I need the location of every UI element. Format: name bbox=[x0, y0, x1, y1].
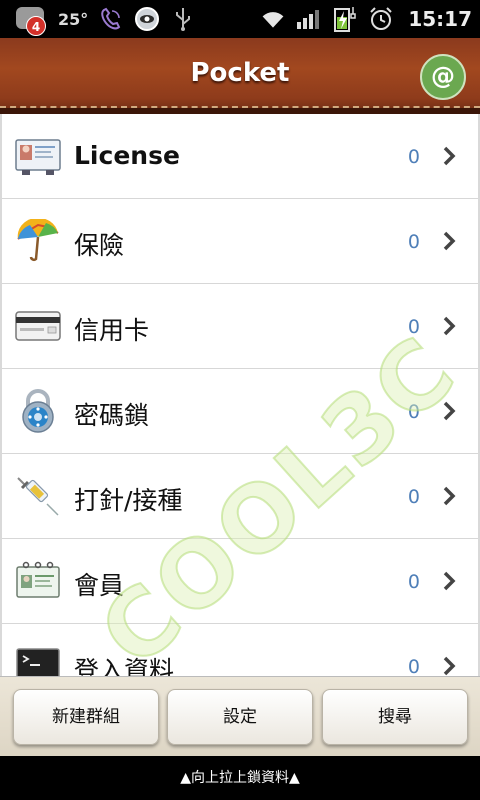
list-item-insurance[interactable]: 保險 0 bbox=[2, 199, 478, 284]
syringe-icon bbox=[14, 474, 62, 518]
new-group-button[interactable]: 新建群組 bbox=[13, 689, 159, 745]
settings-button[interactable]: 設定 bbox=[167, 689, 313, 745]
list-item-count: 0 bbox=[407, 231, 420, 253]
list-item-label: License bbox=[74, 141, 180, 170]
chevron-right-icon bbox=[440, 229, 460, 253]
list-item-label: 打針/接種 bbox=[74, 486, 183, 515]
wifi-icon bbox=[260, 6, 286, 32]
search-button[interactable]: 搜尋 bbox=[322, 689, 468, 745]
list-item-count: 0 bbox=[407, 486, 420, 508]
temperature-text: 25° bbox=[58, 9, 89, 29]
chevron-right-icon bbox=[440, 569, 460, 593]
notification-badge: 4 bbox=[26, 16, 46, 36]
chevron-right-icon bbox=[440, 399, 460, 423]
notification-icon[interactable]: 4 bbox=[14, 4, 48, 36]
umbrella-icon bbox=[14, 217, 62, 263]
list-item-count: 0 bbox=[407, 656, 420, 676]
app-eye-icon bbox=[134, 6, 160, 32]
page-title: Pocket bbox=[190, 58, 290, 88]
list-item-label: 保險 bbox=[74, 231, 125, 260]
list-item-password-lock[interactable]: 密碼鎖 0 bbox=[2, 369, 478, 454]
battery-charging-icon bbox=[332, 6, 358, 32]
member-card-icon bbox=[14, 559, 62, 603]
alarm-icon bbox=[368, 6, 394, 32]
account-button[interactable]: @ bbox=[420, 54, 466, 100]
list-item-count: 0 bbox=[407, 401, 420, 423]
list-item-count: 0 bbox=[407, 571, 420, 593]
usb-icon bbox=[170, 6, 196, 32]
list-item-membership[interactable]: 會員 0 bbox=[2, 539, 478, 624]
list-item-label: 密碼鎖 bbox=[74, 401, 150, 430]
list-item-license[interactable]: License 0 bbox=[2, 114, 478, 199]
viber-icon bbox=[98, 6, 124, 32]
list-item-vaccination[interactable]: 打針/接種 0 bbox=[2, 454, 478, 539]
list-item-label: 會員 bbox=[74, 571, 125, 600]
clock-text: 15:17 bbox=[408, 7, 472, 31]
chevron-right-icon bbox=[440, 484, 460, 508]
list-item-login-data[interactable]: 登入資料 0 bbox=[2, 624, 478, 676]
bottom-toolbar: 新建群組 設定 搜尋 bbox=[0, 676, 480, 757]
category-list: License 0 保險 0 信用卡 0 密碼鎖 0 打針/接種 0 會員 0 … bbox=[0, 114, 480, 676]
chevron-right-icon bbox=[440, 654, 460, 676]
padlock-icon bbox=[14, 389, 62, 433]
list-item-count: 0 bbox=[407, 316, 420, 338]
app-header: Pocket @ bbox=[0, 38, 480, 114]
list-item-label: 登入資料 bbox=[74, 656, 175, 676]
pull-up-lock-handle[interactable]: ▲向上拉上鎖資料▲ bbox=[0, 756, 480, 800]
terminal-icon bbox=[14, 644, 62, 676]
credit-card-icon bbox=[14, 304, 62, 348]
list-item-credit-card[interactable]: 信用卡 0 bbox=[2, 284, 478, 369]
list-item-label: 信用卡 bbox=[74, 316, 150, 345]
signal-icon bbox=[296, 6, 322, 32]
chevron-right-icon bbox=[440, 314, 460, 338]
chevron-right-icon bbox=[440, 144, 460, 168]
license-card-icon bbox=[14, 134, 62, 178]
status-bar: 4 25° 15:17 bbox=[0, 0, 480, 38]
list-item-count: 0 bbox=[407, 146, 420, 168]
